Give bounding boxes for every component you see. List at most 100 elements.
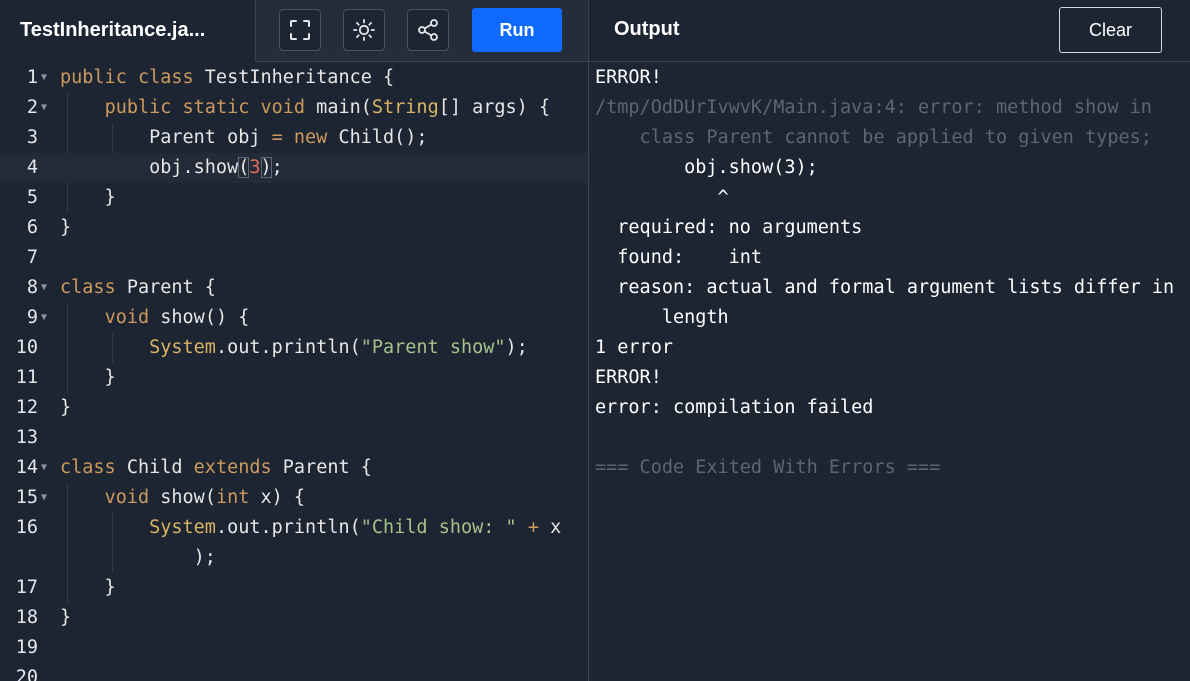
code-line[interactable]: 15 ▼ void show(int x) { — [0, 483, 588, 513]
code-token: public static void — [104, 97, 306, 118]
code-line[interactable]: 6} — [0, 213, 588, 243]
line-number: 4 — [26, 157, 38, 178]
code-line[interactable]: 9 ▼ void show() { — [0, 303, 588, 333]
code-token: class — [60, 457, 116, 478]
code-token: show() { — [149, 307, 250, 328]
fold-chevron-icon[interactable]: ▼ — [41, 303, 47, 333]
code-text: class Parent { — [60, 273, 216, 303]
code-token: show( — [149, 487, 216, 508]
output-console: ERROR! /tmp/OdDUrIvwvK/Main.java:4: error… — [589, 62, 1190, 681]
fold-chevron-icon[interactable]: ▼ — [41, 453, 47, 483]
output-line: error: compilation failed — [595, 397, 874, 418]
output-title: Output — [614, 18, 680, 40]
code-line[interactable]: 8 ▼ class Parent { — [0, 273, 588, 303]
code-line[interactable]: 2 ▼ public static void main(String[] args… — [0, 93, 588, 123]
code-line[interactable]: 4 obj.show(3); — [0, 153, 588, 183]
line-number: 2 — [26, 97, 38, 118]
line-number: 3 — [26, 127, 38, 148]
line-number: 11 — [15, 367, 38, 388]
fullscreen-button[interactable] — [279, 9, 321, 51]
line-number: 14 — [15, 457, 38, 478]
line-number: 20 — [15, 667, 38, 681]
line-number: 17 — [15, 577, 38, 598]
code-token: } — [60, 577, 116, 598]
code-line[interactable]: 12} — [0, 393, 588, 423]
code-line[interactable]: 18} — [0, 603, 588, 633]
code-line[interactable]: 20 — [0, 663, 588, 681]
code-editor[interactable]: 1 ▼ public class TestInheritance {2 ▼ publi… — [0, 62, 588, 681]
code-token: x — [538, 517, 562, 538]
output-line: 1 error — [595, 337, 673, 358]
code-token: ); — [505, 337, 528, 358]
code-line[interactable]: 10 System.out.println("Parent show"); — [0, 333, 588, 363]
code-token: System — [149, 517, 216, 538]
output-line: reason: actual and formal argument lists… — [595, 277, 1175, 298]
code-text: System.out.println("Parent show"); — [60, 333, 528, 363]
code-text: class Child extends Parent { — [60, 453, 372, 483]
code-line[interactable]: 3 Parent obj = new Child(); — [0, 123, 588, 153]
code-line[interactable]: 19 — [0, 633, 588, 663]
code-token: ( — [238, 157, 250, 178]
share-icon — [418, 19, 438, 41]
line-number: 1 — [26, 67, 38, 88]
code-line[interactable]: 16 System.out.println("Child show: " + x — [0, 513, 588, 543]
code-line[interactable]: 1 ▼ public class TestInheritance { — [0, 63, 588, 93]
code-text: } — [60, 573, 116, 603]
fold-chevron-icon[interactable]: ▼ — [41, 63, 47, 93]
code-line[interactable]: 17 } — [0, 573, 588, 603]
code-text: } — [60, 603, 71, 633]
line-number: 19 — [15, 637, 38, 658]
code-token: } — [60, 217, 72, 238]
code-line[interactable]: ); — [0, 543, 588, 573]
line-number: 8 — [26, 277, 38, 298]
code-token: + — [527, 517, 539, 538]
code-token: .out.println( — [215, 517, 361, 538]
code-line[interactable]: 7 — [0, 243, 588, 273]
code-token: "Parent show" — [360, 337, 506, 358]
fold-chevron-icon[interactable]: ▼ — [41, 273, 47, 303]
output-line: === Code Exited With Errors === — [595, 457, 941, 478]
code-token: System — [149, 337, 216, 358]
fold-chevron-icon[interactable]: ▼ — [41, 483, 47, 513]
code-token: Parent obj — [60, 127, 272, 148]
code-token: void — [104, 307, 150, 328]
output-line: class Parent cannot be applied to given … — [595, 127, 1152, 148]
output-line: ERROR! — [595, 67, 662, 88]
code-token: String — [371, 97, 439, 118]
line-number: 7 — [26, 247, 38, 268]
output-line: found: int — [595, 247, 763, 268]
code-line[interactable]: 13 — [0, 423, 588, 453]
share-button[interactable] — [407, 9, 449, 51]
code-token: } — [60, 397, 72, 418]
file-tab-name[interactable]: TestInheritance.ja... — [0, 0, 255, 62]
clear-button[interactable]: Clear — [1059, 7, 1162, 53]
code-token: ; — [271, 157, 283, 178]
code-token: } — [60, 187, 116, 208]
line-number: 9 — [26, 307, 38, 328]
code-line[interactable]: 14 ▼ class Child extends Parent { — [0, 453, 588, 483]
fullscreen-icon — [290, 20, 310, 40]
line-number: 15 — [15, 487, 38, 508]
code-token: int — [215, 487, 250, 508]
line-number: 13 — [15, 427, 38, 448]
run-button[interactable]: Run — [472, 8, 562, 52]
code-line[interactable]: 11 } — [0, 363, 588, 393]
fold-chevron-icon[interactable]: ▼ — [41, 93, 47, 123]
top-bar: TestInheritance.ja... Run Output Clear — [0, 0, 1190, 62]
code-token: ) — [260, 157, 272, 178]
output-line: required: no arguments — [595, 217, 863, 238]
code-token: TestInheritance { — [193, 67, 395, 88]
code-text: public static void main(String[] args) { — [60, 93, 551, 123]
code-text: } — [60, 363, 116, 393]
code-token: ); — [60, 547, 216, 568]
theme-toggle-button[interactable] — [343, 9, 385, 51]
line-number: 10 — [15, 337, 38, 358]
code-token: 3 — [249, 157, 261, 178]
line-number: 5 — [26, 187, 38, 208]
code-line[interactable]: 5 } — [0, 183, 588, 213]
editor-toolbar: Run — [255, 0, 588, 62]
code-token: public class — [60, 67, 194, 88]
